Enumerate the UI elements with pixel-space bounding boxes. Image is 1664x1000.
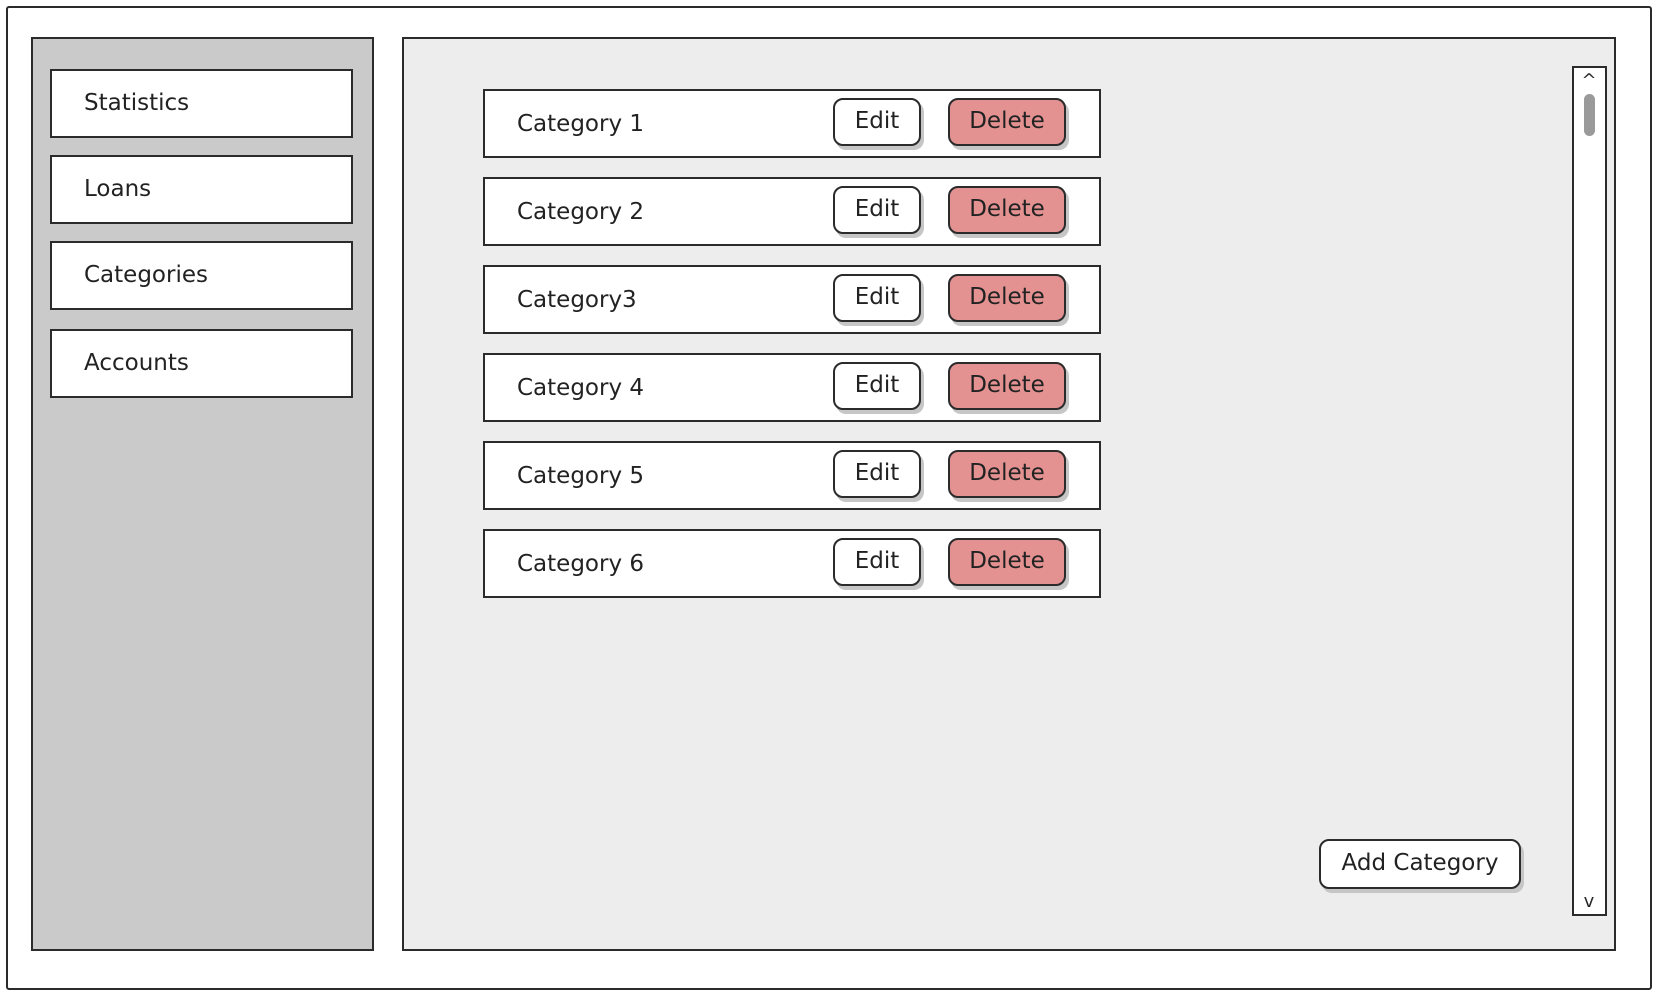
category-name: Category 5 [517, 463, 645, 489]
delete-button[interactable]: Delete [948, 186, 1066, 234]
category-name: Category3 [517, 287, 637, 313]
category-name: Category 4 [517, 375, 645, 401]
category-row: Category 2 Edit Delete [483, 177, 1101, 246]
delete-button[interactable]: Delete [948, 274, 1066, 322]
scroll-up-icon[interactable]: ^ [1574, 70, 1604, 91]
scroll-down-icon[interactable]: v [1574, 891, 1604, 912]
edit-button[interactable]: Edit [833, 450, 921, 498]
delete-button[interactable]: Delete [948, 362, 1066, 410]
category-row: Category 5 Edit Delete [483, 441, 1101, 510]
category-row: Category 4 Edit Delete [483, 353, 1101, 422]
category-row: Category 6 Edit Delete [483, 529, 1101, 598]
edit-button[interactable]: Edit [833, 98, 921, 146]
sidebar-item-categories[interactable]: Categories [50, 241, 353, 310]
category-row: Category3 Edit Delete [483, 265, 1101, 334]
delete-button[interactable]: Delete [948, 450, 1066, 498]
category-name: Category 6 [517, 551, 645, 577]
delete-button[interactable]: Delete [948, 98, 1066, 146]
sidebar-item-statistics[interactable]: Statistics [50, 69, 353, 138]
edit-button[interactable]: Edit [833, 274, 921, 322]
sidebar-item-loans[interactable]: Loans [50, 155, 353, 224]
category-name: Category 1 [517, 111, 645, 137]
vertical-scrollbar[interactable]: ^ v [1572, 66, 1607, 916]
edit-button[interactable]: Edit [833, 186, 921, 234]
category-name: Category 2 [517, 199, 645, 225]
scroll-thumb[interactable] [1584, 94, 1595, 136]
delete-button[interactable]: Delete [948, 538, 1066, 586]
category-row: Category 1 Edit Delete [483, 89, 1101, 158]
add-category-button[interactable]: Add Category [1319, 839, 1521, 889]
sidebar-item-accounts[interactable]: Accounts [50, 329, 353, 398]
edit-button[interactable]: Edit [833, 362, 921, 410]
edit-button[interactable]: Edit [833, 538, 921, 586]
